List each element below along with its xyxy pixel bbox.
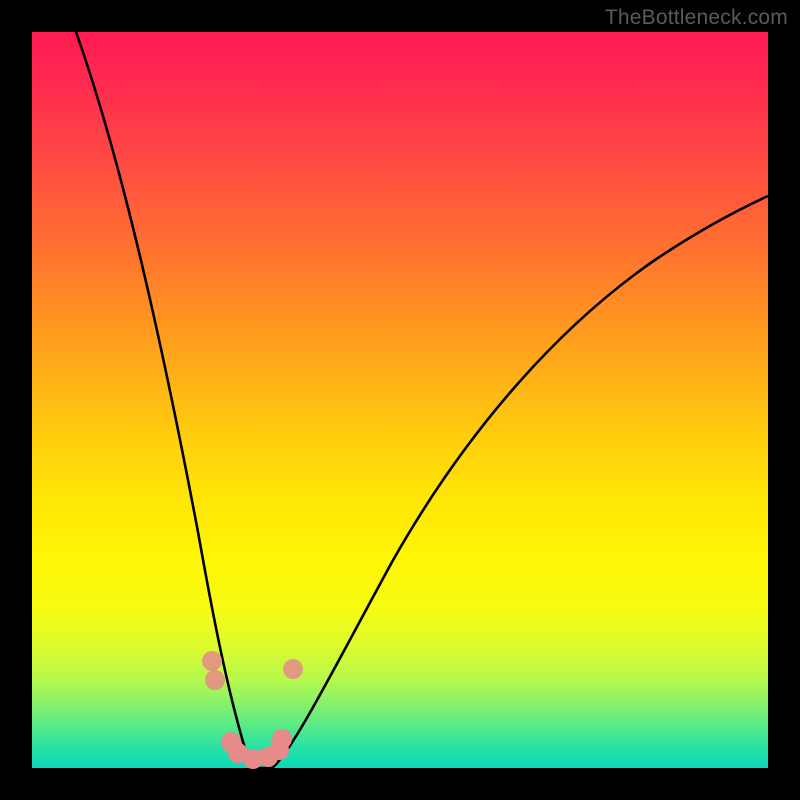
data-point [258, 747, 278, 767]
curve-right-branch [272, 196, 768, 768]
data-point [202, 651, 222, 671]
data-point [228, 743, 248, 763]
data-point [243, 749, 263, 769]
data-point [283, 659, 303, 679]
watermark-text: TheBottleneck.com [605, 6, 788, 30]
data-point [205, 670, 225, 690]
bottleneck-curve [32, 32, 768, 768]
chart-plot-area [32, 32, 768, 768]
data-point [272, 729, 292, 749]
data-point [221, 732, 241, 752]
curve-left-branch [76, 32, 254, 768]
data-point [269, 740, 289, 760]
